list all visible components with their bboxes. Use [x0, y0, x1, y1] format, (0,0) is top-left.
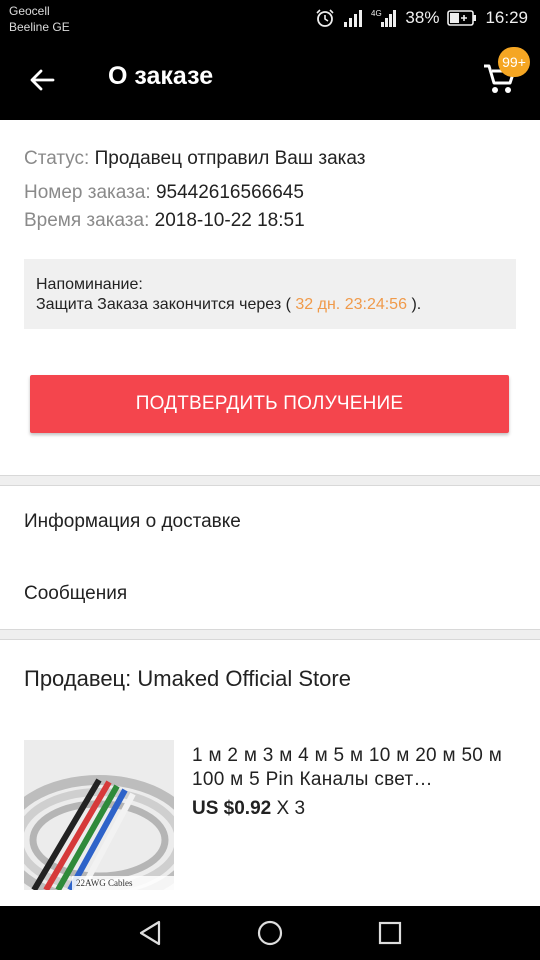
status-value: Продавец отправил Ваш заказ — [94, 148, 366, 169]
nav-back-button[interactable] — [136, 919, 164, 947]
page-title: О заказе — [108, 62, 214, 90]
protection-reminder: Напоминание: Защита Заказа закончится че… — [24, 259, 516, 329]
reminder-text: Защита Заказа закончится через ( 32 дн. … — [36, 295, 504, 315]
nav-recents-button[interactable] — [376, 919, 404, 947]
status-icons: 4G 38% 16:29 — [315, 6, 528, 30]
svg-text:4G: 4G — [371, 9, 382, 18]
section-divider — [0, 630, 540, 640]
status-bar: Geocell Beeline GE 4G 38% 16:29 — [0, 0, 540, 40]
circle-home-icon — [257, 920, 283, 946]
battery-percent: 38% — [405, 8, 440, 27]
seller-card: Продавец: Umaked Official Store 22AWG Ca… — [0, 640, 540, 906]
order-links-card: Информация о доставке Сообщения — [0, 486, 540, 630]
signal-icon — [343, 9, 363, 27]
reminder-title: Напоминание: — [36, 276, 143, 293]
product-image-caption: 22AWG Cables — [76, 878, 133, 888]
order-time-row: Время заказа: 2018-10-22 18:51 — [24, 210, 305, 232]
section-divider — [0, 476, 540, 486]
square-recents-icon — [378, 921, 402, 945]
app-bar: О заказе — [0, 40, 540, 120]
system-nav-bar — [0, 906, 540, 960]
product-image[interactable]: 22AWG Cables — [24, 740, 174, 890]
cart-badge: 99+ — [498, 47, 530, 77]
order-number-label: Номер заказа: — [24, 182, 151, 203]
order-time-value: 2018-10-22 18:51 — [154, 210, 305, 231]
delivery-info-link[interactable]: Информация о доставке — [0, 486, 540, 558]
protection-timer: 32 дн. 23:24:56 — [295, 296, 407, 313]
content: Статус: Продавец отправил Ваш заказ Номе… — [0, 120, 540, 906]
signal-4g-icon: 4G — [371, 8, 397, 28]
seller-name[interactable]: Продавец: Umaked Official Store — [24, 666, 351, 692]
status-label: Статус: — [24, 148, 90, 169]
carrier-secondary: Beeline GE — [9, 20, 70, 34]
reminder-text-after: ). — [411, 296, 422, 313]
nav-home-button[interactable] — [256, 919, 284, 947]
battery-icon — [447, 10, 477, 26]
triangle-back-icon — [139, 920, 161, 946]
product-quantity: X 3 — [276, 798, 306, 819]
confirm-receipt-button[interactable]: ПОДТВЕРДИТЬ ПОЛУЧЕНИЕ — [30, 375, 509, 433]
clock: 16:29 — [485, 8, 528, 27]
product-price-row: US $0.92 X 3 — [192, 798, 305, 820]
back-button[interactable] — [22, 60, 62, 100]
carrier-primary: Geocell — [9, 4, 50, 18]
messages-link[interactable]: Сообщения — [0, 558, 540, 630]
order-status-card: Статус: Продавец отправил Ваш заказ Номе… — [0, 120, 540, 476]
order-number-row: Номер заказа: 95442616566645 — [24, 182, 304, 204]
product-item[interactable]: 22AWG Cables 1 м 2 м 3 м 4 м 5 м 10 м 20… — [24, 740, 524, 890]
order-time-label: Время заказа: — [24, 210, 150, 231]
order-status-row: Статус: Продавец отправил Ваш заказ — [24, 148, 365, 170]
arrow-left-icon — [30, 69, 55, 91]
product-title[interactable]: 1 м 2 м 3 м 4 м 5 м 10 м 20 м 50 м 100 м… — [192, 744, 522, 792]
alarm-icon — [315, 8, 335, 28]
order-number-value: 95442616566645 — [155, 182, 304, 203]
carrier-info: Geocell Beeline GE — [9, 3, 70, 35]
product-price: US $0.92 — [192, 798, 272, 819]
reminder-text-before: Защита Заказа закончится через ( — [36, 296, 291, 313]
